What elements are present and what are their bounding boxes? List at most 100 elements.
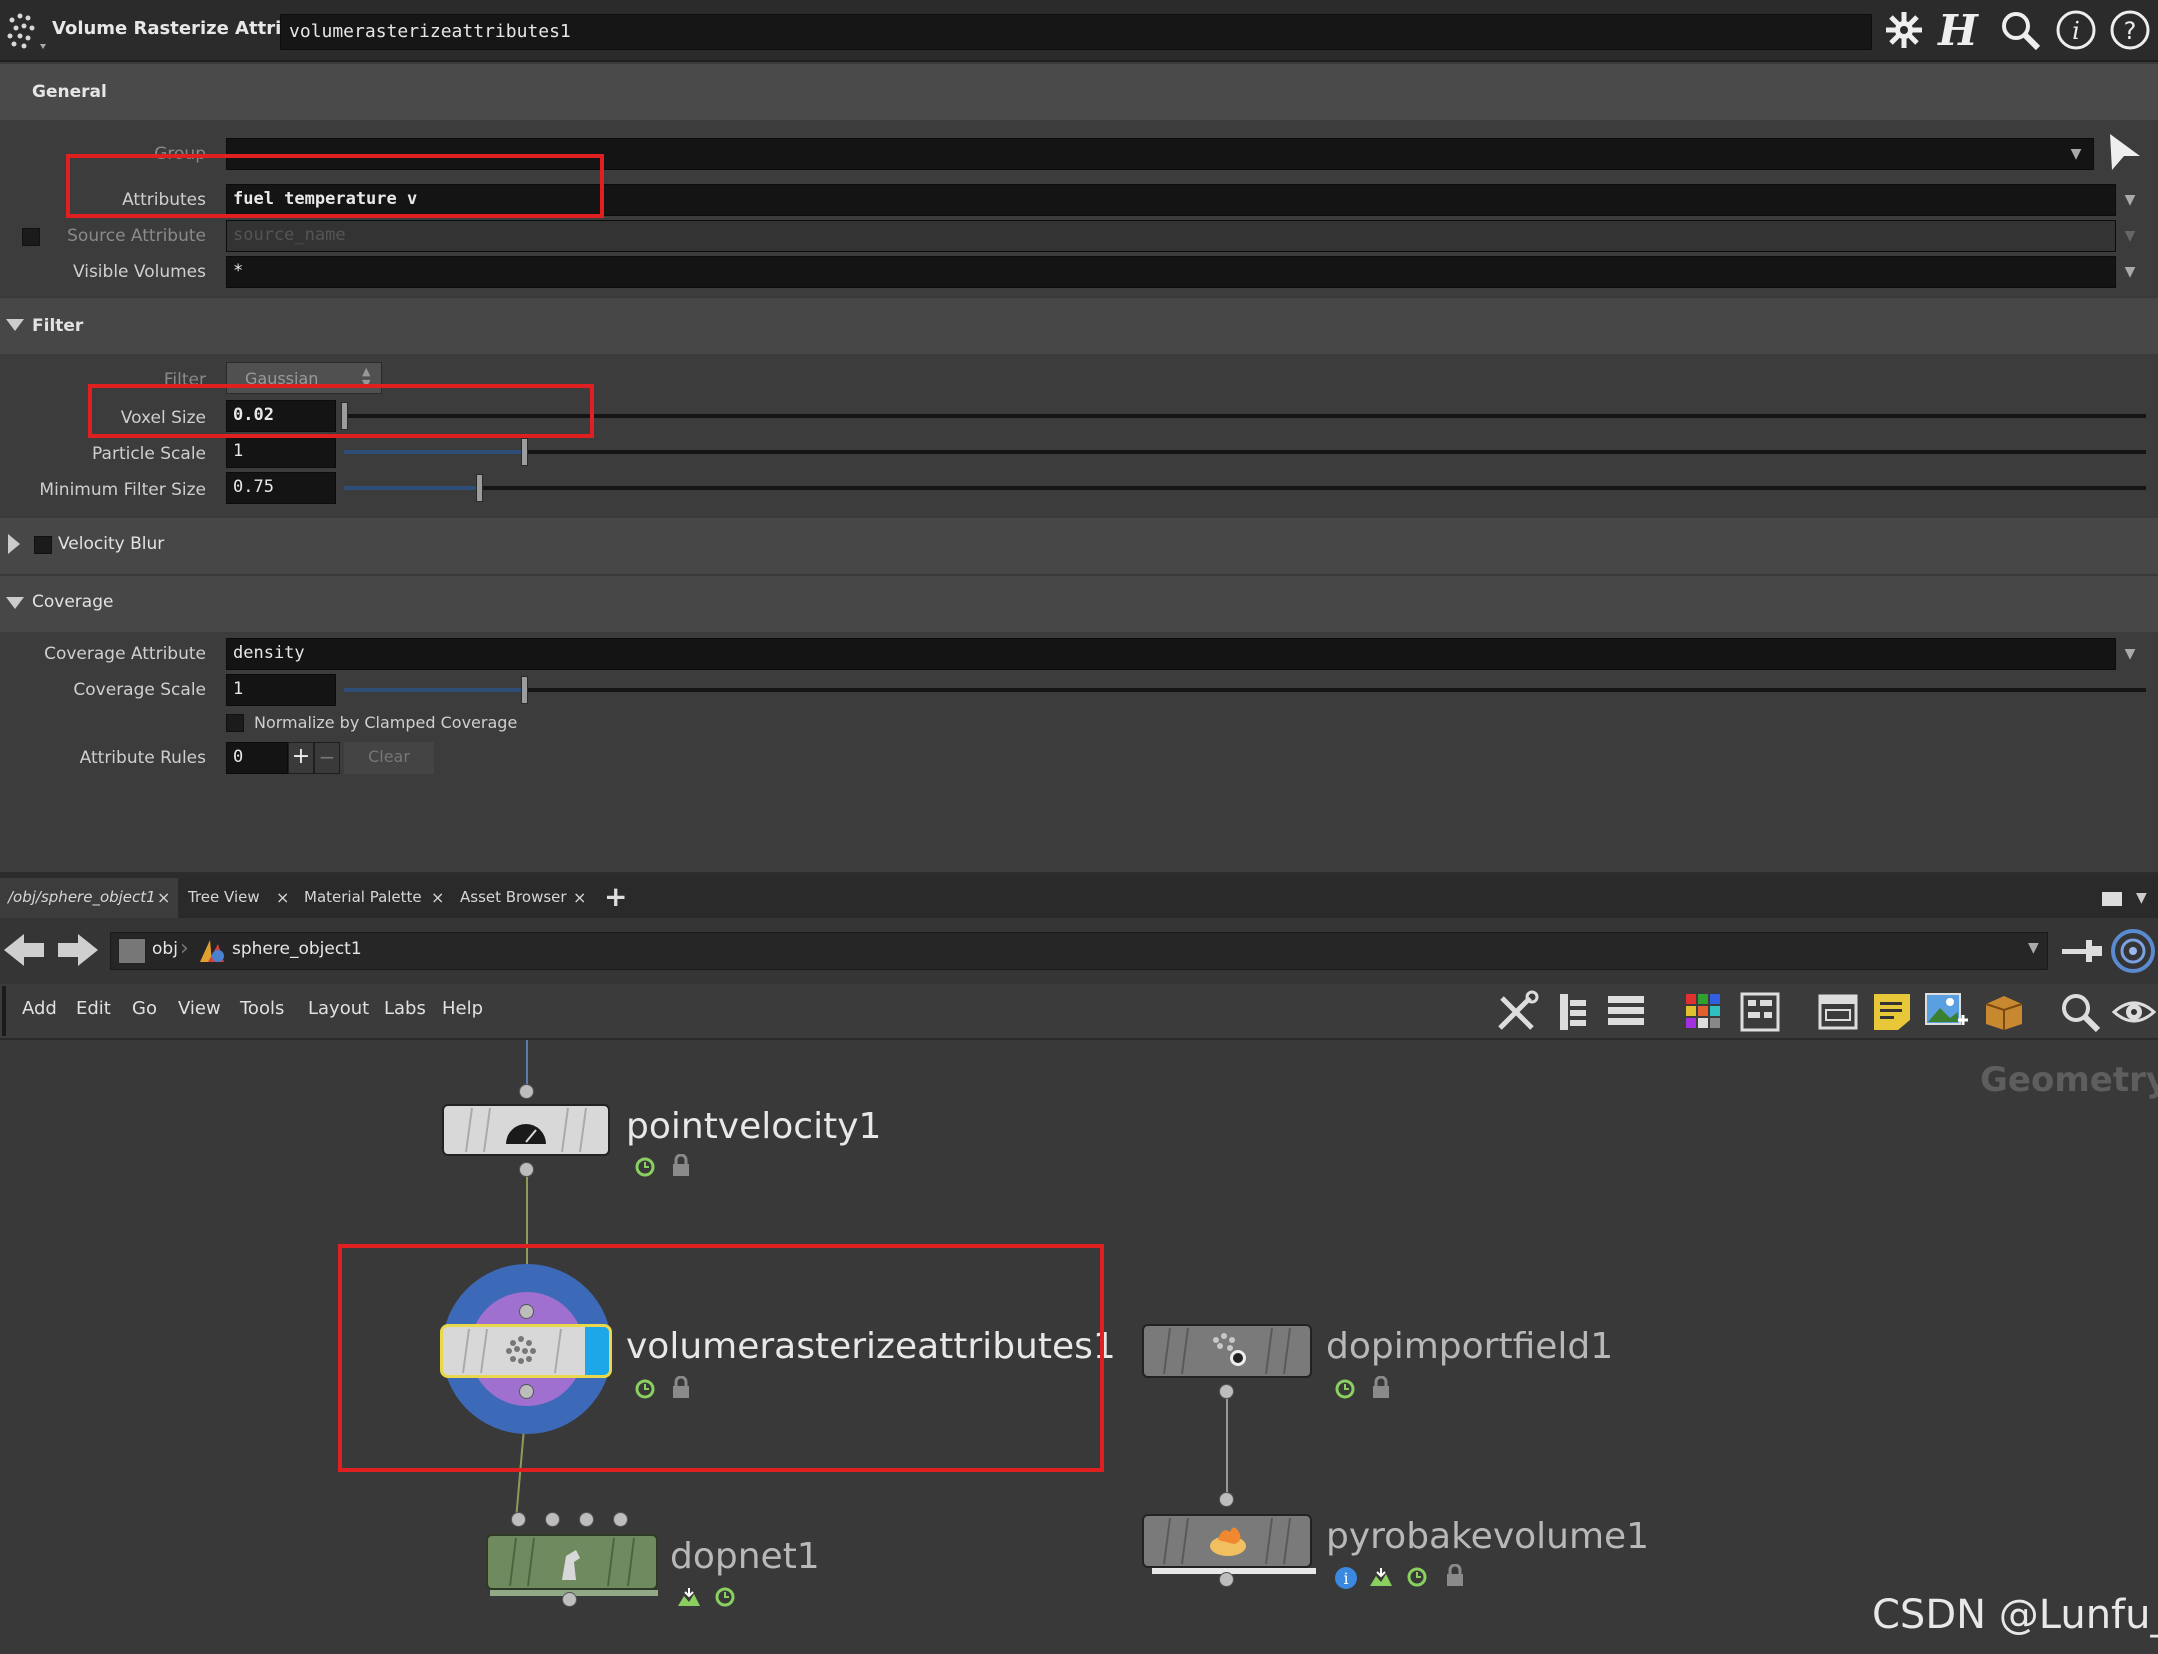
tab-asset-browser[interactable]: Asset Browser [452,878,575,918]
menu-view[interactable]: View [178,998,221,1019]
menu-labs[interactable]: Labs [384,998,426,1019]
pyrobakevolume-output-dot[interactable] [1219,1572,1234,1587]
add-tab-icon[interactable]: + [604,880,627,913]
dopimportfield-node-name[interactable]: dopimportfield1 [1326,1326,1613,1367]
houdini-h-icon[interactable]: H [1934,6,1982,55]
dopnet-input-dot-2[interactable] [545,1512,560,1527]
clear-rules-button[interactable]: Clear [344,742,434,774]
shape-palette-icon[interactable] [1740,990,1780,1038]
pyrobakevolume-node[interactable] [1142,1514,1312,1568]
source-attribute-toggle[interactable] [22,228,40,246]
search-icon[interactable] [1996,6,2044,54]
coverage-section-header[interactable] [0,576,2158,632]
coverage-collapse-arrow-icon[interactable] [6,596,24,615]
pane-menu-arrow-icon[interactable]: ▼ [2136,890,2147,906]
tab-asset-browser-close-icon[interactable]: × [573,888,586,907]
menu-tools[interactable]: Tools [240,998,284,1019]
tab-tree-view-close-icon[interactable]: × [276,888,289,907]
filter-section-header[interactable] [0,298,2158,354]
coverage-scale-field[interactable]: 1 [226,674,336,706]
pin-icon[interactable] [2060,934,2104,972]
visible-volumes-dropdown-arrow[interactable]: ▼ [2116,257,2144,287]
source-attribute-dropdown-arrow[interactable]: ▼ [2116,221,2144,251]
remove-rule-button[interactable]: − [314,742,340,774]
coverage-attribute-dropdown-arrow[interactable]: ▼ [2116,639,2144,669]
attribute-rules-count-field[interactable]: 0 [226,742,288,774]
min-filter-size-field[interactable]: 0.75 [226,472,336,504]
node-type-icon[interactable] [2,8,46,52]
particle-scale-field[interactable]: 1 [226,436,336,468]
link-target-icon[interactable] [2110,928,2156,978]
tab-tree-view[interactable]: Tree View [180,878,268,918]
tab-network-close-icon[interactable]: × [157,888,170,907]
filter-collapse-arrow-icon[interactable] [6,318,24,337]
pyrobakevolume-input-dot[interactable] [1219,1492,1234,1507]
visible-volumes-field[interactable]: * [226,256,2116,288]
network-box-icon[interactable] [1818,990,1858,1038]
coverage-scale-slider-track[interactable] [344,688,2146,692]
dopnet-input-dot-1[interactable] [511,1512,526,1527]
particle-scale-slider-track[interactable] [344,450,2146,454]
min-filter-size-slider-handle[interactable] [476,474,484,502]
group-dropdown-arrow[interactable]: ▼ [2062,139,2090,169]
dopnet-node[interactable] [486,1534,658,1590]
attributes-dropdown-arrow[interactable]: ▼ [2116,185,2144,215]
tab-material-palette-close-icon[interactable]: × [431,888,444,907]
menu-help[interactable]: Help [442,998,483,1019]
dopnet-input-dot-3[interactable] [579,1512,594,1527]
velocity-blur-section-header[interactable] [0,518,2158,574]
menu-layout[interactable]: Layout [308,998,369,1019]
menu-edit[interactable]: Edit [76,998,111,1019]
menu-go[interactable]: Go [132,998,157,1019]
pyrobakevolume-lock-icon[interactable] [1444,1563,1466,1592]
voxel-size-slider-track[interactable] [344,414,2146,418]
source-attribute-field[interactable]: source_name [226,220,2116,252]
pyrobakevolume-node-name[interactable]: pyrobakevolume1 [1326,1516,1649,1557]
asset-box-icon[interactable] [1982,990,2026,1038]
selection-arrow-icon[interactable] [2104,130,2144,174]
menu-add[interactable]: Add [22,998,57,1019]
pointvelocity-node-name[interactable]: pointvelocity1 [626,1106,881,1147]
path-dropdown-arrow-icon[interactable]: ▼ [2028,940,2039,956]
color-palette-icon[interactable] [1684,990,1724,1038]
pointvelocity-input-dot[interactable] [519,1084,534,1099]
velocity-blur-toggle[interactable] [34,536,52,554]
dopnet-input-dot-4[interactable] [613,1512,628,1527]
dopimportfield-output-dot[interactable] [1219,1384,1234,1399]
help-icon[interactable]: ? [2106,6,2154,54]
node-name-field[interactable]: volumerasterizeattributes1 [280,14,1872,50]
pointvelocity-node[interactable] [442,1104,610,1156]
tab-general[interactable]: General [32,82,107,102]
coverage-scale-slider-handle[interactable] [521,676,529,704]
maximize-pane-icon[interactable] [2102,892,2122,906]
info-icon[interactable]: i [2052,6,2100,54]
coverage-attribute-field[interactable]: density [226,638,2116,670]
visibility-eye-icon[interactable] [2111,990,2157,1038]
pointvelocity-lock-icon[interactable] [670,1153,692,1182]
gear-icon[interactable] [1880,6,1928,54]
dopnet-node-name[interactable]: dopnet1 [670,1536,820,1577]
velocity-blur-expand-arrow-icon[interactable] [8,534,20,558]
dopimportfield-lock-icon[interactable] [1370,1375,1392,1404]
particle-scale-slider-handle[interactable] [521,438,529,466]
path-field[interactable] [110,932,2048,970]
pyrobakevolume-info-icon[interactable]: i [1334,1566,1358,1594]
find-node-icon[interactable] [2058,990,2102,1038]
forward-arrow-icon[interactable] [54,930,100,974]
normalize-clamped-coverage-toggle[interactable] [226,714,244,732]
path-object[interactable]: sphere_object1 [232,939,362,959]
pointvelocity-output-dot[interactable] [519,1162,534,1177]
tab-material-palette[interactable]: Material Palette [296,878,430,918]
list-view-icon[interactable] [1606,990,1646,1038]
tab-network[interactable]: /obj/sphere_object1 [0,878,164,918]
dopnet-output-dot[interactable] [562,1592,577,1607]
tools-icon[interactable] [1494,990,1540,1038]
dopimportfield-node[interactable] [1142,1324,1312,1378]
tree-list-icon[interactable] [1556,990,1590,1038]
sticky-note-icon[interactable] [1872,990,1912,1038]
min-filter-size-slider-track[interactable] [344,486,2146,490]
back-arrow-icon[interactable] [2,930,48,974]
background-image-icon[interactable] [1924,990,1968,1038]
add-rule-button[interactable]: + [288,742,314,774]
path-obj[interactable]: obj [152,939,178,959]
